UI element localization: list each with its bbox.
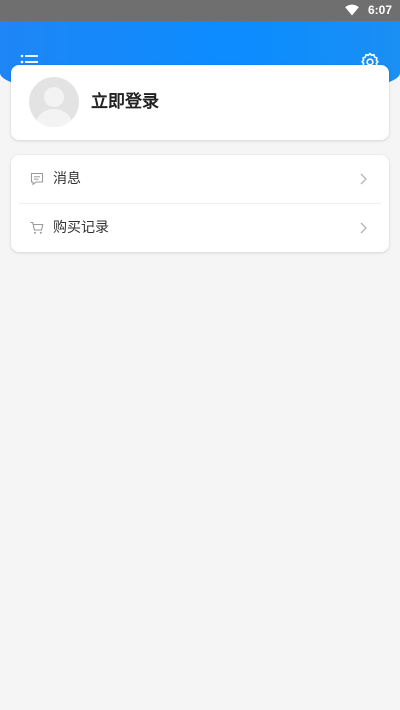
cart-icon: [30, 221, 44, 234]
menu-item-purchase-history[interactable]: 购买记录: [11, 204, 389, 252]
avatar-shoulders: [36, 109, 72, 127]
menu-item-label: 消息: [53, 171, 81, 187]
profile-card[interactable]: 立即登录: [11, 65, 389, 140]
default-avatar-icon[interactable]: [29, 77, 79, 127]
chevron-right-icon: [360, 222, 367, 234]
wifi-icon: [345, 4, 359, 16]
chevron-right-icon: [360, 173, 367, 185]
status-time: 6:07: [367, 3, 392, 17]
message-icon: [30, 172, 44, 186]
avatar-head: [44, 87, 64, 107]
login-button[interactable]: 立即登录: [91, 91, 159, 113]
status-bar: 6:07: [0, 0, 400, 21]
menu-card: 消息 购买记录: [11, 155, 389, 252]
menu-item-label: 购买记录: [53, 220, 109, 236]
menu-item-messages[interactable]: 消息: [11, 155, 389, 204]
